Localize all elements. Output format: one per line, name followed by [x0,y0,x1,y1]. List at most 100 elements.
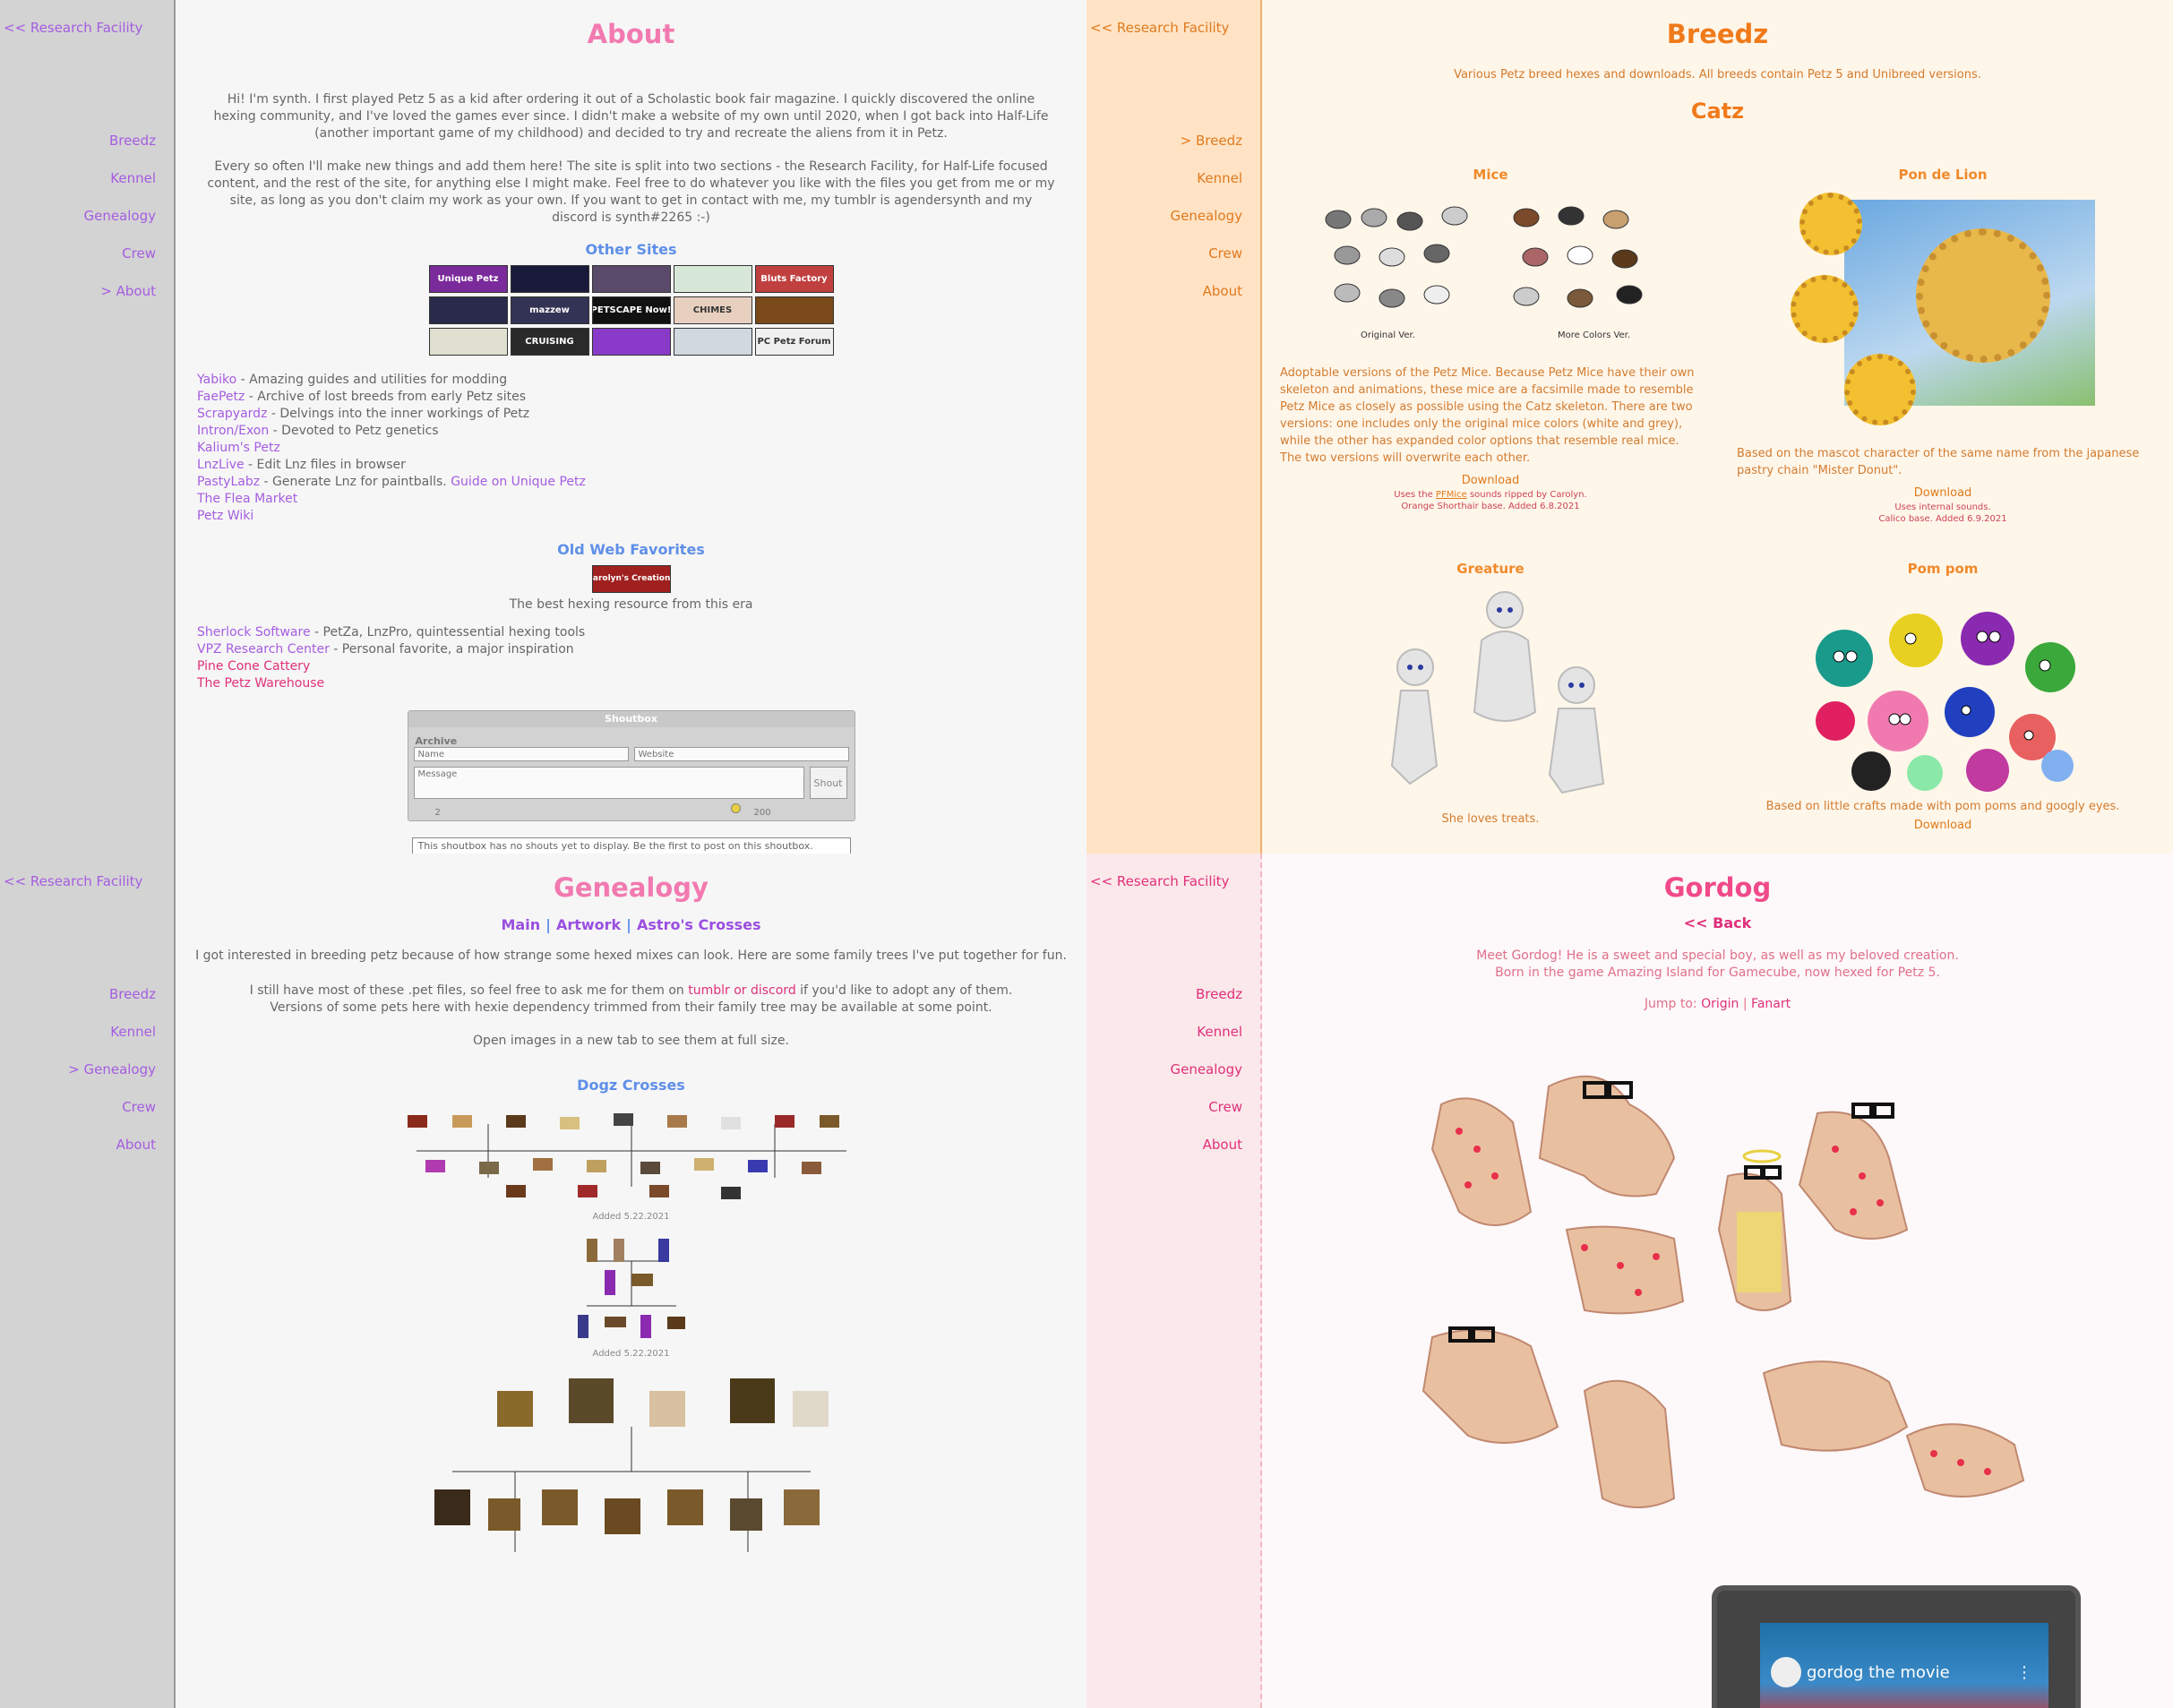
site-button[interactable] [428,296,508,324]
sidebar-item-about[interactable]: About [1203,283,1242,299]
website-input[interactable] [633,747,849,761]
list-item: Pine Cone Cattery [197,658,1086,675]
sidebar-item-breedz[interactable]: Breedz [109,133,156,149]
link[interactable]: FaePetz [197,390,245,404]
breed-description: Based on little crafts made with pom pom… [1765,800,2120,813]
links-list: Yabiko - Amazing guides and utilities fo… [197,372,1086,525]
site-button[interactable]: Unique Petz [428,265,508,293]
link[interactable]: PastyLabz [197,475,260,489]
research-facility-link[interactable]: << Research Facility [4,873,142,889]
family-tree-image[interactable] [425,1373,837,1570]
link[interactable]: Guide on Unique Petz [451,475,586,489]
list-item: Intron/Exon - Devoted to Petz genetics [197,424,439,438]
more-options-icon[interactable]: ⋮ [2016,1664,2032,1681]
other-sites-heading: Other Sites [585,241,677,258]
page-title: About [587,19,675,49]
link[interactable]: The Flea Market [197,492,297,506]
old-links-list: Sherlock Software - PetZa, LnzPro, quint… [197,624,1086,692]
mice-image[interactable]: Original Ver. More Colors Ver. [1311,193,1670,345]
tumblr-discord-link[interactable]: tumblr or discord [688,983,795,998]
link[interactable]: The Petz Warehouse [197,676,324,691]
pfmice-link[interactable]: PFMice [1436,490,1467,500]
back-link[interactable]: << Back [1262,914,2173,931]
breed-note: Calico base. Added 6.9.2021 [1878,514,2007,524]
sidebar-item-kennel[interactable]: Kennel [1197,170,1242,186]
sidebar-item-crew[interactable]: Crew [122,245,156,262]
site-button[interactable]: mazzew [510,296,589,324]
pompom-image[interactable] [1808,587,2077,793]
link[interactable]: Sherlock Software [197,625,311,639]
added-date: Added 5.22.2021 [592,1212,670,1222]
sidebar-item-crew[interactable]: Crew [1208,245,1242,262]
pon-de-lion-image[interactable] [1791,193,2095,434]
breed-title: Pom pom [1907,561,1979,577]
link[interactable]: Intron/Exon [197,424,269,438]
sidebar-item-crew[interactable]: Crew [1208,1099,1242,1115]
tab-astros-crosses[interactable]: Astro's Crosses [637,916,760,933]
greature-image[interactable] [1347,587,1634,802]
site-button[interactable]: PC Petz Forum [754,328,834,356]
site-button[interactable] [591,328,671,356]
gordog-collage-image[interactable] [1405,1051,2032,1552]
download-link[interactable]: Download [1737,817,2149,834]
genealogy-intro: I got interested in breeding petz becaus… [195,948,1067,963]
carolyn-caption: The best hexing resource from this era [509,597,753,612]
breed-title: Mice [1473,167,1508,183]
link[interactable]: Scrapyardz [197,407,267,421]
carolyn-button[interactable]: Carolyn's Creations [591,565,671,593]
family-tree-image[interactable] [569,1234,694,1342]
sidebar-item-kennel[interactable]: Kennel [110,170,156,186]
message-input[interactable] [413,767,804,799]
video-title: gordog the movie [1807,1663,1950,1682]
name-input[interactable] [413,747,629,761]
sidebar-item-breedz[interactable]: Breedz [1196,986,1242,1002]
smiley-icon[interactable] [730,803,741,813]
download-link[interactable]: Download [1280,472,1701,489]
link[interactable]: Petz Wiki [197,509,253,523]
link[interactable]: VPZ Research Center [197,642,330,657]
link[interactable]: Pine Cone Cattery [197,659,310,674]
sidebar-item-genealogy[interactable]: Genealogy [1170,208,1242,224]
research-facility-link[interactable]: << Research Facility [1090,20,1229,36]
sidebar-item-breedz[interactable]: > Breedz [1181,133,1242,149]
sidebar-item-crew[interactable]: Crew [122,1099,156,1115]
research-facility-link[interactable]: << Research Facility [1090,873,1229,889]
link[interactable]: Kalium's Petz [197,441,280,455]
sidebar-item-about[interactable]: > About [100,283,156,299]
link[interactable]: Yabiko [197,373,236,387]
site-button[interactable] [673,328,752,356]
site-button[interactable]: CRUISING [510,328,589,356]
mice-caption-colors: More Colors Ver. [1558,330,1630,340]
sidebar-item-about[interactable]: About [1203,1137,1242,1153]
shout-button[interactable]: Shout [809,767,847,799]
sidebar-item-kennel[interactable]: Kennel [110,1024,156,1040]
channel-avatar [1771,1657,1801,1687]
sidebar-item-breedz[interactable]: Breedz [109,986,156,1002]
tab-artwork[interactable]: Artwork [556,916,621,933]
origin-link[interactable]: Origin [1701,997,1739,1011]
download-link[interactable]: Download [1737,485,2149,502]
breed-title: Pon de Lion [1898,167,1988,183]
sidebar-item-genealogy[interactable]: Genealogy [1170,1061,1242,1077]
sidebar-item-about[interactable]: About [116,1137,156,1153]
site-button[interactable] [510,265,589,293]
char-limit: 200 [753,808,771,818]
sidebar-item-kennel[interactable]: Kennel [1197,1024,1242,1040]
site-button[interactable]: Bluts Factory [754,265,834,293]
site-button[interactable]: PETSCAPE Now! [591,296,671,324]
fanart-link[interactable]: Fanart [1751,997,1791,1011]
video-player[interactable]: gordog the movie ⋮ [1712,1585,2081,1708]
link[interactable]: LnzLive [197,458,245,472]
sidebar-item-genealogy[interactable]: Genealogy [83,208,156,224]
tab-main[interactable]: Main [502,916,541,933]
site-button[interactable] [428,328,508,356]
list-item: The Flea Market [197,491,1086,508]
sidebar: << Research Facility Breedz Kennel Genea… [1086,854,1262,1708]
site-button[interactable] [591,265,671,293]
research-facility-link[interactable]: << Research Facility [4,20,142,36]
site-button[interactable]: CHIMES [673,296,752,324]
sidebar-item-genealogy[interactable]: > Genealogy [68,1061,156,1077]
site-button[interactable] [754,296,834,324]
site-button[interactable] [673,265,752,293]
family-tree-image[interactable] [399,1106,864,1205]
